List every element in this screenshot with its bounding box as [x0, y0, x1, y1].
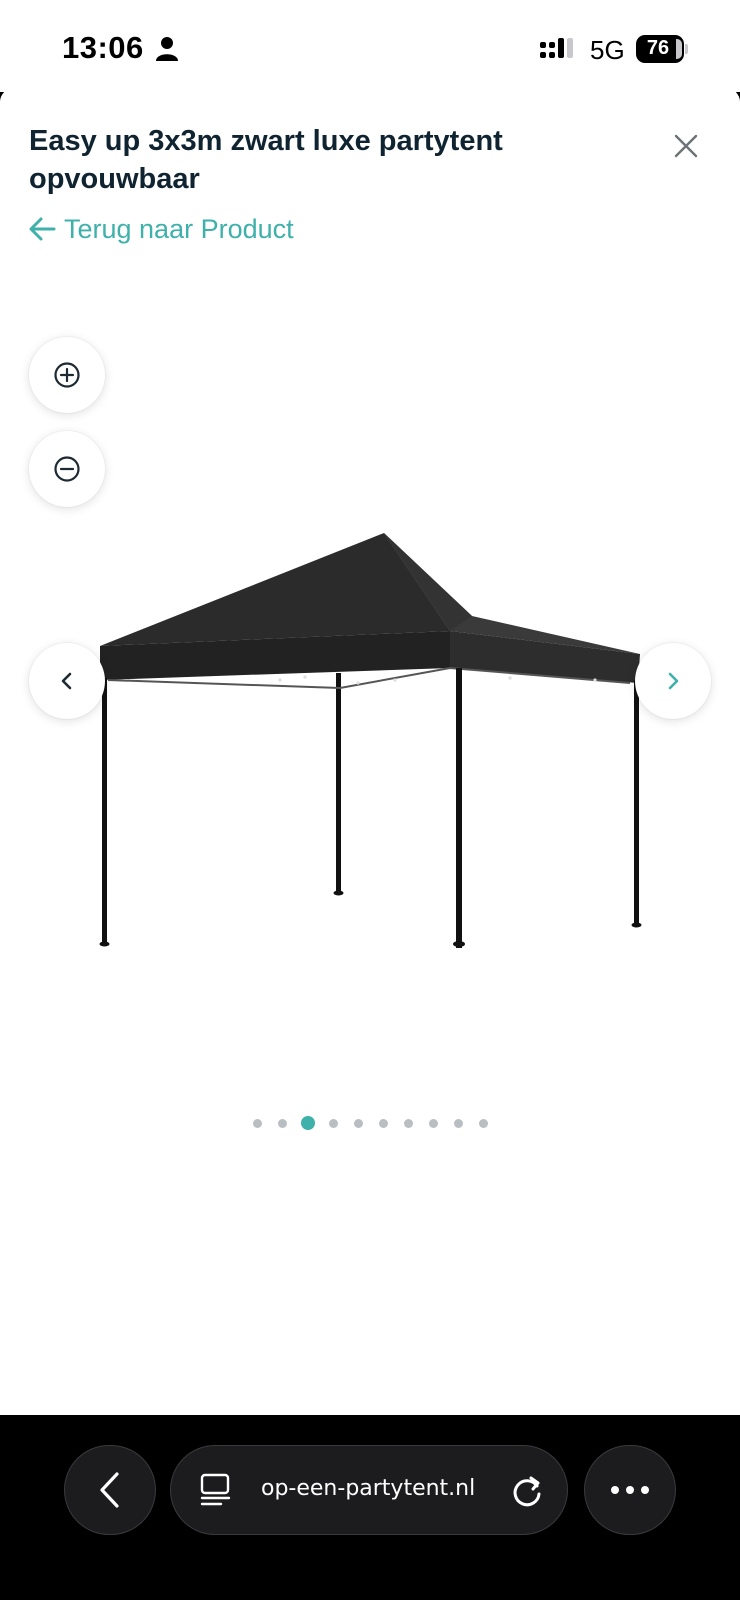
carousel-dot[interactable]	[403, 1118, 413, 1128]
zoom-out-icon	[54, 456, 80, 482]
back-to-product-link[interactable]: Terug naar Product	[28, 212, 294, 246]
previous-image-button[interactable]	[29, 643, 105, 719]
carousel-dot-active[interactable]	[300, 1116, 315, 1130]
carousel-dot[interactable]	[277, 1118, 287, 1128]
zoom-in-button[interactable]	[29, 337, 105, 413]
browser-back-button[interactable]	[64, 1445, 156, 1535]
chevron-left-icon	[61, 672, 72, 690]
chevron-right-icon	[668, 672, 679, 690]
more-icon	[611, 1486, 649, 1494]
back-link-label: Terug naar Product	[64, 213, 294, 244]
close-icon[interactable]	[668, 128, 704, 164]
carousel-dot[interactable]	[478, 1118, 488, 1128]
network-type: 5G	[590, 35, 625, 65]
more-button[interactable]	[584, 1445, 676, 1535]
person-icon	[156, 37, 178, 61]
carousel-dot[interactable]	[353, 1118, 363, 1128]
battery-icon: 76	[636, 35, 688, 63]
product-image	[99, 533, 642, 948]
product-image-modal: Easy up 3x3m zwart luxe partytent opvouw…	[0, 88, 740, 1415]
reload-icon[interactable]	[509, 1472, 545, 1510]
carousel-dot[interactable]	[328, 1118, 338, 1128]
carousel-dot[interactable]	[378, 1118, 388, 1128]
chevron-left-icon	[100, 1472, 119, 1508]
clock: 13:06	[62, 30, 144, 65]
address-bar[interactable]: op-een-partytent.nl	[170, 1445, 568, 1535]
arrow-left-icon	[29, 217, 56, 241]
carousel-dot[interactable]	[453, 1118, 463, 1128]
carousel-dots	[0, 1113, 740, 1133]
carousel-dot[interactable]	[428, 1118, 438, 1128]
tabs-icon	[200, 1473, 231, 1506]
status-bar: 13:06 5G 76	[0, 0, 740, 92]
product-title: Easy up 3x3m zwart luxe partytent opvouw…	[29, 125, 503, 195]
carousel-dot[interactable]	[252, 1118, 262, 1128]
url-text: op-een-partytent.nl	[261, 1476, 476, 1501]
signal-icon	[540, 38, 573, 58]
next-image-button[interactable]	[635, 643, 711, 719]
battery-level: 76	[646, 37, 670, 59]
browser-toolbar: op-een-partytent.nl	[0, 1415, 740, 1600]
zoom-in-icon	[54, 362, 80, 388]
